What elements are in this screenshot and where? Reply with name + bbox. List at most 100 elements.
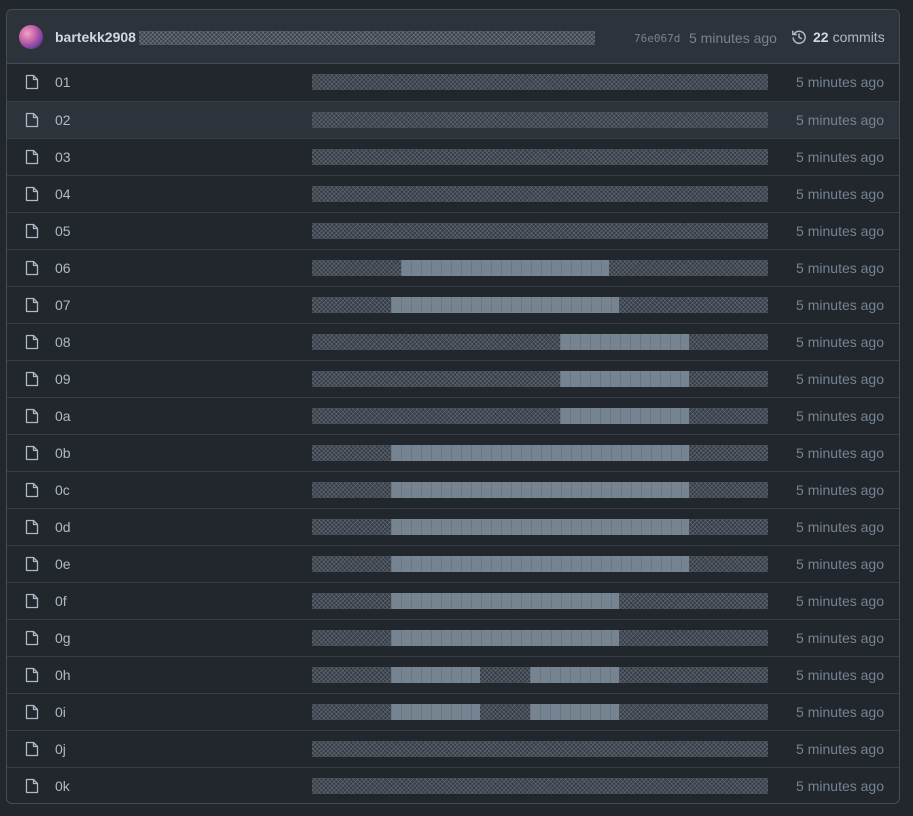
commit-message-redacted[interactable] <box>312 704 768 720</box>
commit-author-link[interactable]: bartekk2908 <box>55 29 136 45</box>
file-icon <box>25 630 39 646</box>
file-commit-time: 5 minutes ago <box>796 74 884 90</box>
commit-message-redacted[interactable] <box>312 667 768 683</box>
file-row[interactable]: 09 5 minutes ago <box>7 360 899 397</box>
commit-message-redacted[interactable] <box>312 556 768 572</box>
commit-time: 5 minutes ago <box>689 30 777 46</box>
redaction-block <box>391 593 619 609</box>
file-name-link[interactable]: 0i <box>55 704 66 720</box>
file-commit-time: 5 minutes ago <box>796 297 884 313</box>
file-name-link[interactable]: 04 <box>55 186 71 202</box>
file-name-link[interactable]: 02 <box>55 112 71 128</box>
file-name-link[interactable]: 0a <box>55 408 71 424</box>
file-name-link[interactable]: 0d <box>55 519 71 535</box>
file-name-link[interactable]: 0f <box>55 593 67 609</box>
commit-message-redacted[interactable] <box>312 593 768 609</box>
file-commit-time: 5 minutes ago <box>796 260 884 276</box>
commit-message-redacted[interactable] <box>312 778 768 794</box>
file-row[interactable]: 0j 5 minutes ago <box>7 730 899 767</box>
file-icon <box>25 519 39 535</box>
redaction-block <box>391 297 619 313</box>
file-row[interactable]: 06 5 minutes ago <box>7 249 899 286</box>
file-icon <box>25 297 39 313</box>
commit-message-redacted[interactable] <box>312 741 768 757</box>
commit-message-redacted[interactable] <box>312 223 768 239</box>
commit-sha-link[interactable]: 76e067d <box>634 32 680 45</box>
history-icon <box>792 30 806 44</box>
file-commit-time: 5 minutes ago <box>796 778 884 794</box>
file-row[interactable]: 0h 5 minutes ago <box>7 656 899 693</box>
commit-message-redacted[interactable] <box>312 445 768 461</box>
commit-message-redacted[interactable] <box>312 260 768 276</box>
redaction-block <box>530 667 619 683</box>
file-name-link[interactable]: 07 <box>55 297 71 313</box>
commit-message-redacted[interactable] <box>312 149 768 165</box>
file-commit-time: 5 minutes ago <box>796 408 884 424</box>
file-name-link[interactable]: 09 <box>55 371 71 387</box>
file-name-link[interactable]: 0e <box>55 556 71 572</box>
file-name-link[interactable]: 01 <box>55 74 71 90</box>
file-row[interactable]: 08 5 minutes ago <box>7 323 899 360</box>
commit-message-redacted[interactable] <box>312 297 768 313</box>
file-row[interactable]: 0i 5 minutes ago <box>7 693 899 730</box>
file-name-link[interactable]: 0h <box>55 667 71 683</box>
file-commit-time: 5 minutes ago <box>796 704 884 720</box>
redaction-block <box>391 667 480 683</box>
file-icon <box>25 408 39 424</box>
file-icon <box>25 445 39 461</box>
file-row[interactable]: 02 5 minutes ago <box>7 101 899 138</box>
file-row[interactable]: 07 5 minutes ago <box>7 286 899 323</box>
file-name-link[interactable]: 03 <box>55 149 71 165</box>
file-row[interactable]: 01 5 minutes ago <box>7 64 899 101</box>
commit-message-redacted[interactable] <box>312 408 768 424</box>
user-avatar[interactable] <box>19 25 43 49</box>
file-commit-time: 5 minutes ago <box>796 593 884 609</box>
file-name-link[interactable]: 0j <box>55 741 66 757</box>
file-icon <box>25 482 39 498</box>
file-row[interactable]: 04 5 minutes ago <box>7 175 899 212</box>
commit-message-redacted[interactable] <box>312 186 768 202</box>
commit-message-redacted[interactable] <box>312 371 768 387</box>
redaction-block <box>391 519 689 535</box>
commit-message-redacted[interactable] <box>312 482 768 498</box>
file-commit-time: 5 minutes ago <box>796 371 884 387</box>
commit-message-redacted[interactable] <box>312 519 768 535</box>
file-icon <box>25 741 39 757</box>
redaction-block <box>401 260 609 276</box>
file-row[interactable]: 0f 5 minutes ago <box>7 582 899 619</box>
commit-message-redacted[interactable] <box>312 630 768 646</box>
redaction-block <box>391 445 689 461</box>
file-icon <box>25 74 39 90</box>
file-list-box: bartekk2908 76e067d 5 minutes ago 22 com… <box>6 9 900 804</box>
file-icon <box>25 334 39 350</box>
file-row[interactable]: 0d 5 minutes ago <box>7 508 899 545</box>
file-row[interactable]: 0k 5 minutes ago <box>7 767 899 803</box>
file-name-link[interactable]: 08 <box>55 334 71 350</box>
file-icon <box>25 704 39 720</box>
file-name-link[interactable]: 0b <box>55 445 71 461</box>
file-row[interactable]: 0b 5 minutes ago <box>7 434 899 471</box>
commit-message-redacted[interactable] <box>312 74 768 90</box>
file-row[interactable]: 05 5 minutes ago <box>7 212 899 249</box>
commit-message-redacted[interactable] <box>139 31 595 45</box>
file-row[interactable]: 0e 5 minutes ago <box>7 545 899 582</box>
file-row[interactable]: 03 5 minutes ago <box>7 138 899 175</box>
redaction-block <box>391 704 480 720</box>
file-name-link[interactable]: 0g <box>55 630 71 646</box>
file-name-link[interactable]: 05 <box>55 223 71 239</box>
file-row[interactable]: 0c 5 minutes ago <box>7 471 899 508</box>
file-icon <box>25 223 39 239</box>
file-name-link[interactable]: 0c <box>55 482 70 498</box>
redaction-block <box>560 408 689 424</box>
file-row[interactable]: 0a 5 minutes ago <box>7 397 899 434</box>
file-name-link[interactable]: 06 <box>55 260 71 276</box>
file-commit-time: 5 minutes ago <box>796 482 884 498</box>
file-row[interactable]: 0g 5 minutes ago <box>7 619 899 656</box>
file-icon <box>25 149 39 165</box>
commit-message-redacted[interactable] <box>312 334 768 350</box>
commit-message-redacted[interactable] <box>312 112 768 128</box>
commit-history-link[interactable]: 22 commits <box>791 29 885 45</box>
file-name-link[interactable]: 0k <box>55 778 70 794</box>
redaction-block <box>391 556 689 572</box>
file-commit-time: 5 minutes ago <box>796 667 884 683</box>
